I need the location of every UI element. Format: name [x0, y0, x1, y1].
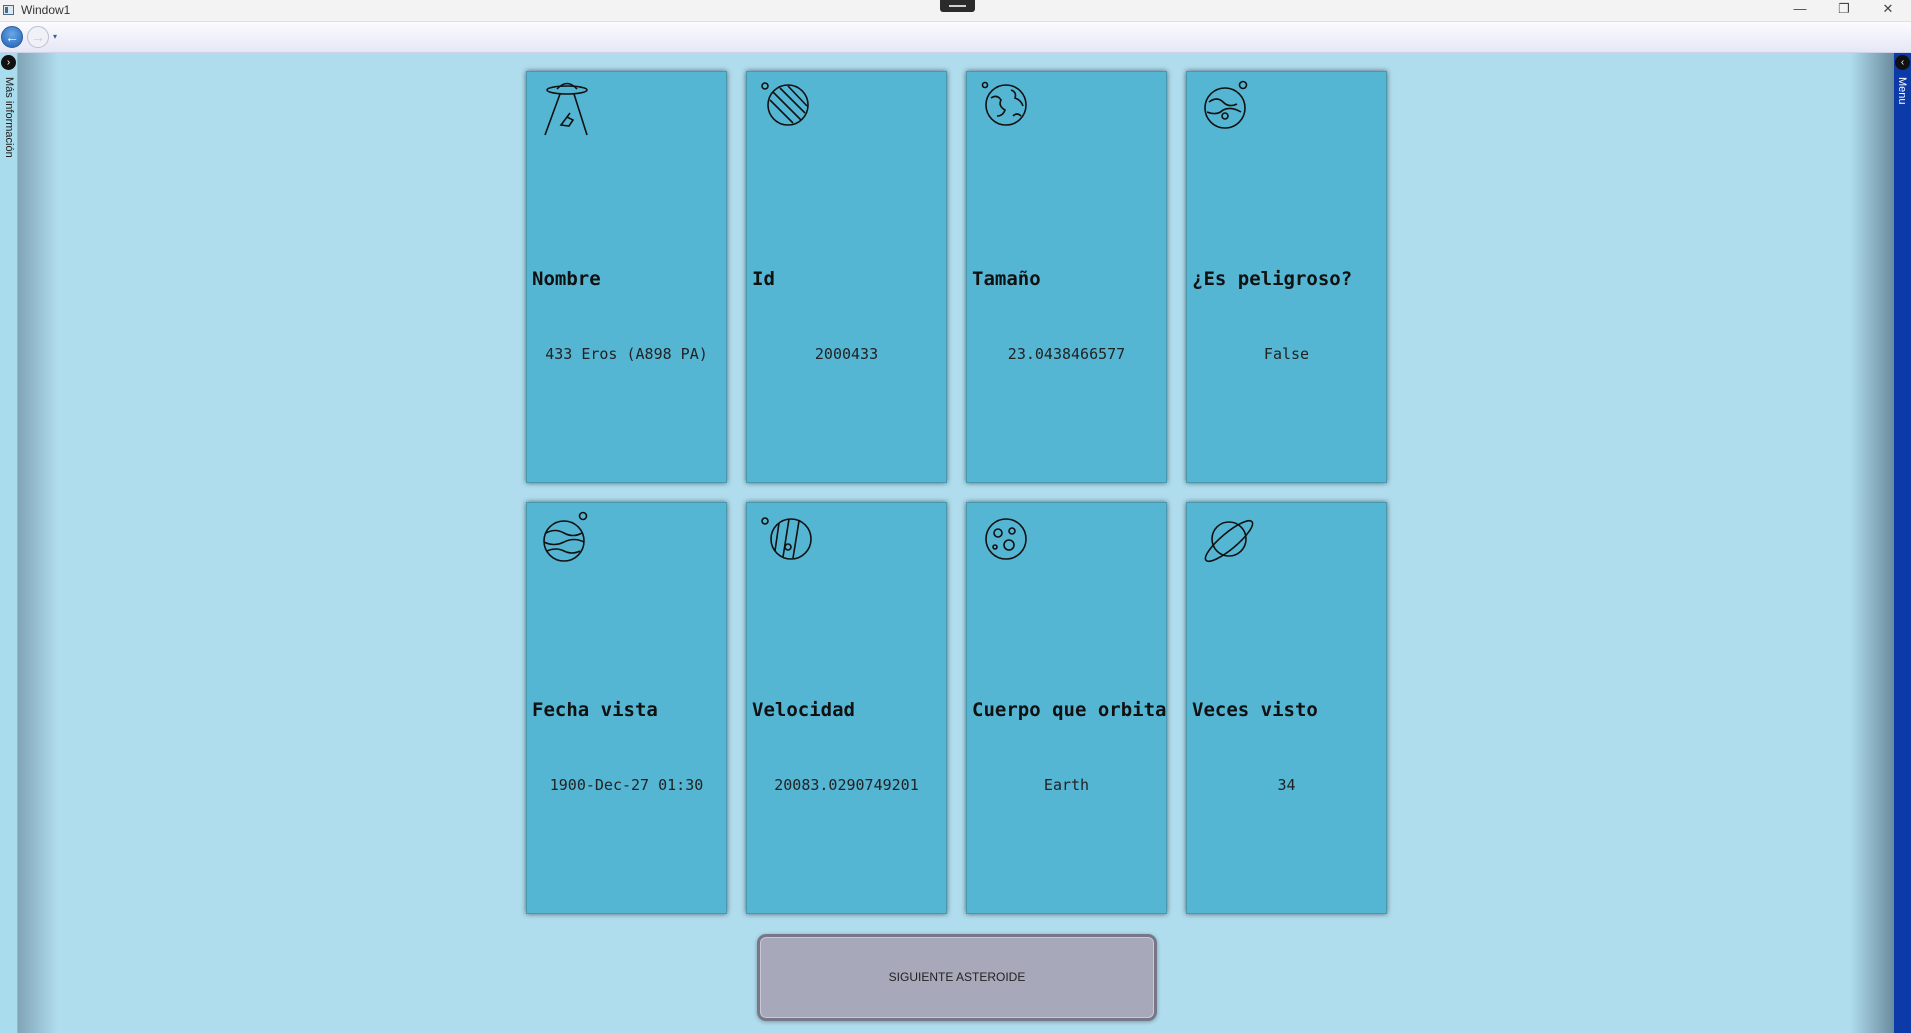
card-label: Id [752, 268, 775, 290]
collapse-chevron-icon[interactable]: ‹ [1895, 55, 1910, 70]
card-value: 23.0438466577 [1007, 345, 1126, 363]
card-label: Veces visto [1192, 699, 1318, 721]
card-tamano: Tamaño 23.0438466577 [966, 71, 1167, 483]
card-label: Fecha vista [532, 699, 658, 721]
planet-with-moon-icon [1201, 80, 1257, 140]
card-fecha-vista: Fecha vista 1900-Dec-27 01:30 [526, 502, 727, 914]
card-id: Id 2000433 [746, 71, 947, 483]
menu-label[interactable]: Menu [1896, 77, 1908, 105]
gas-planet-moon-icon [541, 511, 597, 571]
ringed-planet-icon [1201, 511, 1257, 571]
forward-arrow-icon[interactable]: → [27, 26, 49, 48]
window-drag-handle[interactable] [940, 0, 975, 12]
back-arrow-icon[interactable]: ← [1, 26, 23, 48]
right-menu-panel[interactable]: ‹ Menu [1894, 53, 1911, 1033]
window-titlebar: Window1 — ❐ ✕ [0, 0, 1911, 22]
earth-globe-icon [981, 80, 1037, 140]
card-label: ¿Es peligroso? [1192, 268, 1353, 290]
app-window-icon [3, 5, 14, 15]
next-asteroid-button[interactable]: SIGUIENTE ASTEROIDE [757, 934, 1157, 1021]
card-nombre: Nombre 433 Eros (A898 PA) [526, 71, 727, 483]
card-label: Velocidad [752, 699, 855, 721]
close-button[interactable]: ✕ [1866, 0, 1910, 22]
card-es-peligroso: ¿Es peligroso? False [1186, 71, 1387, 483]
card-value: 34 [1277, 776, 1296, 794]
card-value: False [1263, 345, 1310, 363]
ufo-icon [541, 80, 597, 140]
navigation-bar: ← → ▾ [0, 22, 1911, 53]
card-veces-visto: Veces visto 34 [1186, 502, 1387, 914]
banded-planet-icon [761, 511, 817, 571]
card-value: Earth [1043, 776, 1090, 794]
left-flyout-panel[interactable]: › Más información [0, 53, 18, 1033]
more-info-label[interactable]: Más información [3, 77, 15, 158]
moon-craters-icon [981, 511, 1037, 571]
card-value: 1900-Dec-27 01:30 [549, 776, 704, 794]
expand-chevron-icon[interactable]: › [1, 55, 16, 70]
maximize-button[interactable]: ❐ [1822, 0, 1866, 22]
card-value: 2000433 [814, 345, 879, 363]
card-label: Nombre [532, 268, 601, 290]
right-flyout-shadow [1850, 53, 1894, 1033]
card-label: Cuerpo que orbita [972, 699, 1167, 721]
history-dropdown-icon[interactable]: ▾ [53, 32, 57, 41]
card-cuerpo-que-orbita: Cuerpo que orbita Earth [966, 502, 1167, 914]
striped-planet-icon [761, 80, 817, 140]
card-value: 433 Eros (A898 PA) [545, 345, 708, 363]
left-flyout-shadow [18, 53, 58, 1033]
card-value: 20083.0290749201 [774, 776, 919, 794]
minimize-button[interactable]: — [1778, 0, 1822, 22]
card-label: Tamaño [972, 268, 1041, 290]
card-velocidad: Velocidad 20083.0290749201 [746, 502, 947, 914]
window-title: Window1 [21, 3, 71, 17]
